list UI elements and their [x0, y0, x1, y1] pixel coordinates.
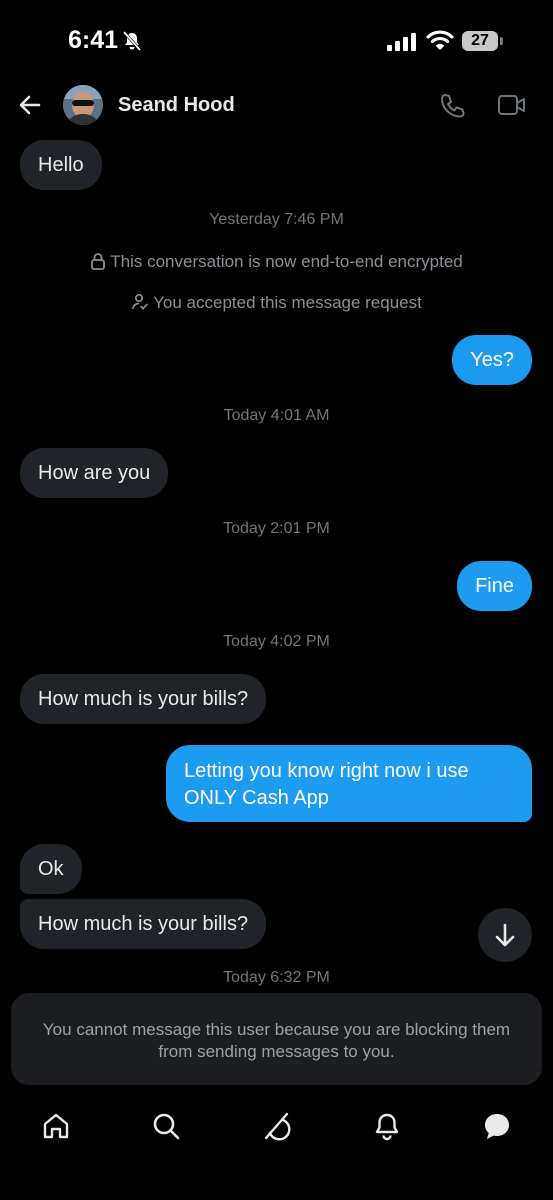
message-incoming[interactable]: How are you [20, 448, 169, 498]
grok-icon[interactable] [261, 1111, 291, 1141]
notifications-icon[interactable] [372, 1111, 402, 1141]
battery-cap [500, 37, 503, 45]
battery-level: 27 [462, 31, 498, 51]
back-arrow-icon[interactable] [17, 92, 43, 118]
message-incoming[interactable]: How much is your bills? [20, 899, 267, 949]
message-incoming[interactable]: Ok [20, 844, 82, 894]
message-incoming[interactable]: How much is your bills? [20, 674, 267, 724]
user-check-icon [132, 293, 148, 310]
phone-call-icon[interactable] [438, 92, 466, 120]
system-message-text: You accepted this message request [153, 293, 422, 312]
blocked-notice: You cannot message this user because you… [11, 993, 542, 1085]
bell-muted-icon [122, 31, 142, 51]
messages-icon[interactable] [482, 1111, 512, 1141]
arrow-down-icon [495, 923, 515, 947]
avatar[interactable] [63, 85, 103, 125]
timestamp: Yesterday 7:46 PM [209, 211, 344, 228]
system-message-text: This conversation is now end-to-end encr… [110, 252, 463, 271]
cellular-signal-icon [387, 33, 416, 51]
system-message-encryption: This conversation is now end-to-end encr… [0, 252, 553, 272]
message-outgoing[interactable]: Fine [457, 561, 532, 611]
video-call-icon[interactable] [497, 93, 527, 117]
timestamp: Today 2:01 PM [223, 520, 330, 537]
timestamp: Today 4:02 PM [223, 633, 330, 650]
message-outgoing[interactable]: Letting you know right now i use ONLY Ca… [166, 745, 532, 822]
lock-icon [91, 253, 106, 270]
timestamp: Today 6:32 PM [223, 969, 330, 986]
system-message-request: You accepted this message request [0, 293, 553, 313]
home-icon[interactable] [41, 1111, 71, 1141]
scroll-to-bottom-button[interactable] [478, 908, 532, 962]
search-icon[interactable] [151, 1111, 181, 1141]
status-time: 6:41 [68, 26, 119, 54]
wifi-icon [426, 30, 454, 50]
message-incoming[interactable]: Hello [20, 140, 102, 190]
timestamp: Today 4:01 AM [223, 407, 330, 424]
contact-name[interactable]: Seand Hood [118, 94, 235, 117]
message-outgoing[interactable]: Yes? [452, 335, 532, 385]
